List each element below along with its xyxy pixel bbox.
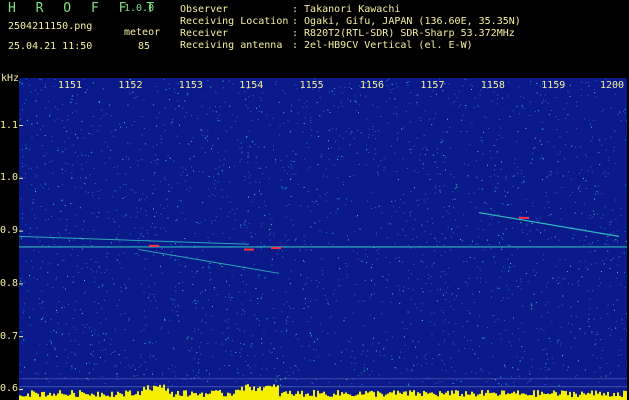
y-axis-unit: kHz xyxy=(1,73,20,84)
app-version: 1.0.0 xyxy=(124,3,155,14)
x-tick-label: 1155 xyxy=(299,80,324,91)
meteor-label: meteor xyxy=(124,27,161,38)
x-tick-label: 1152 xyxy=(118,80,143,91)
date-time: 25.04.21 11:50 xyxy=(8,41,93,52)
spectrogram-background xyxy=(19,78,627,400)
x-tick-label: 1159 xyxy=(541,80,566,91)
signal-peak xyxy=(149,244,159,247)
x-tick-label: 1156 xyxy=(360,80,385,91)
x-tick-label: 1158 xyxy=(480,80,505,91)
x-tick-label: 1200 xyxy=(600,80,625,91)
info-row-antenna: Receiving antenna: 2el-HB9CV Vertical (e… xyxy=(180,40,473,51)
y-tick-label: 0.7 xyxy=(0,330,19,342)
info-row-receiver: Receiver: R820T2(RTL-SDR) SDR-Sharp 53.3… xyxy=(180,28,515,39)
info-row-location: Receiving Location: Ogaki, Gifu, JAPAN (… xyxy=(180,16,521,27)
station-info: Observer: Takanori Kawachi Receiving Loc… xyxy=(180,4,521,52)
x-tick-label: 1153 xyxy=(178,80,203,91)
meteor-count: 85 xyxy=(138,41,151,52)
y-tick-label: 0.6 xyxy=(0,383,19,395)
signal-peak xyxy=(519,216,529,219)
x-tick-label: 1157 xyxy=(420,80,445,91)
x-tick-label: 1154 xyxy=(239,80,264,91)
y-tick-label: 0.8 xyxy=(0,277,19,289)
file-name: 2504211150.png xyxy=(8,21,93,32)
signal-peak xyxy=(244,248,254,251)
spectrogram xyxy=(19,78,627,400)
signal-peak xyxy=(271,246,281,249)
header-panel: H R O F F T 1.0.0 2504211150.png 25.04.2… xyxy=(0,0,629,78)
x-tick-label: 1151 xyxy=(58,80,83,91)
y-tick-label: 1.0 xyxy=(0,172,19,184)
info-row-observer: Observer: Takanori Kawachi xyxy=(180,4,401,15)
y-tick-label: 1.1 xyxy=(0,119,19,131)
y-tick-label: 0.9 xyxy=(0,225,19,237)
